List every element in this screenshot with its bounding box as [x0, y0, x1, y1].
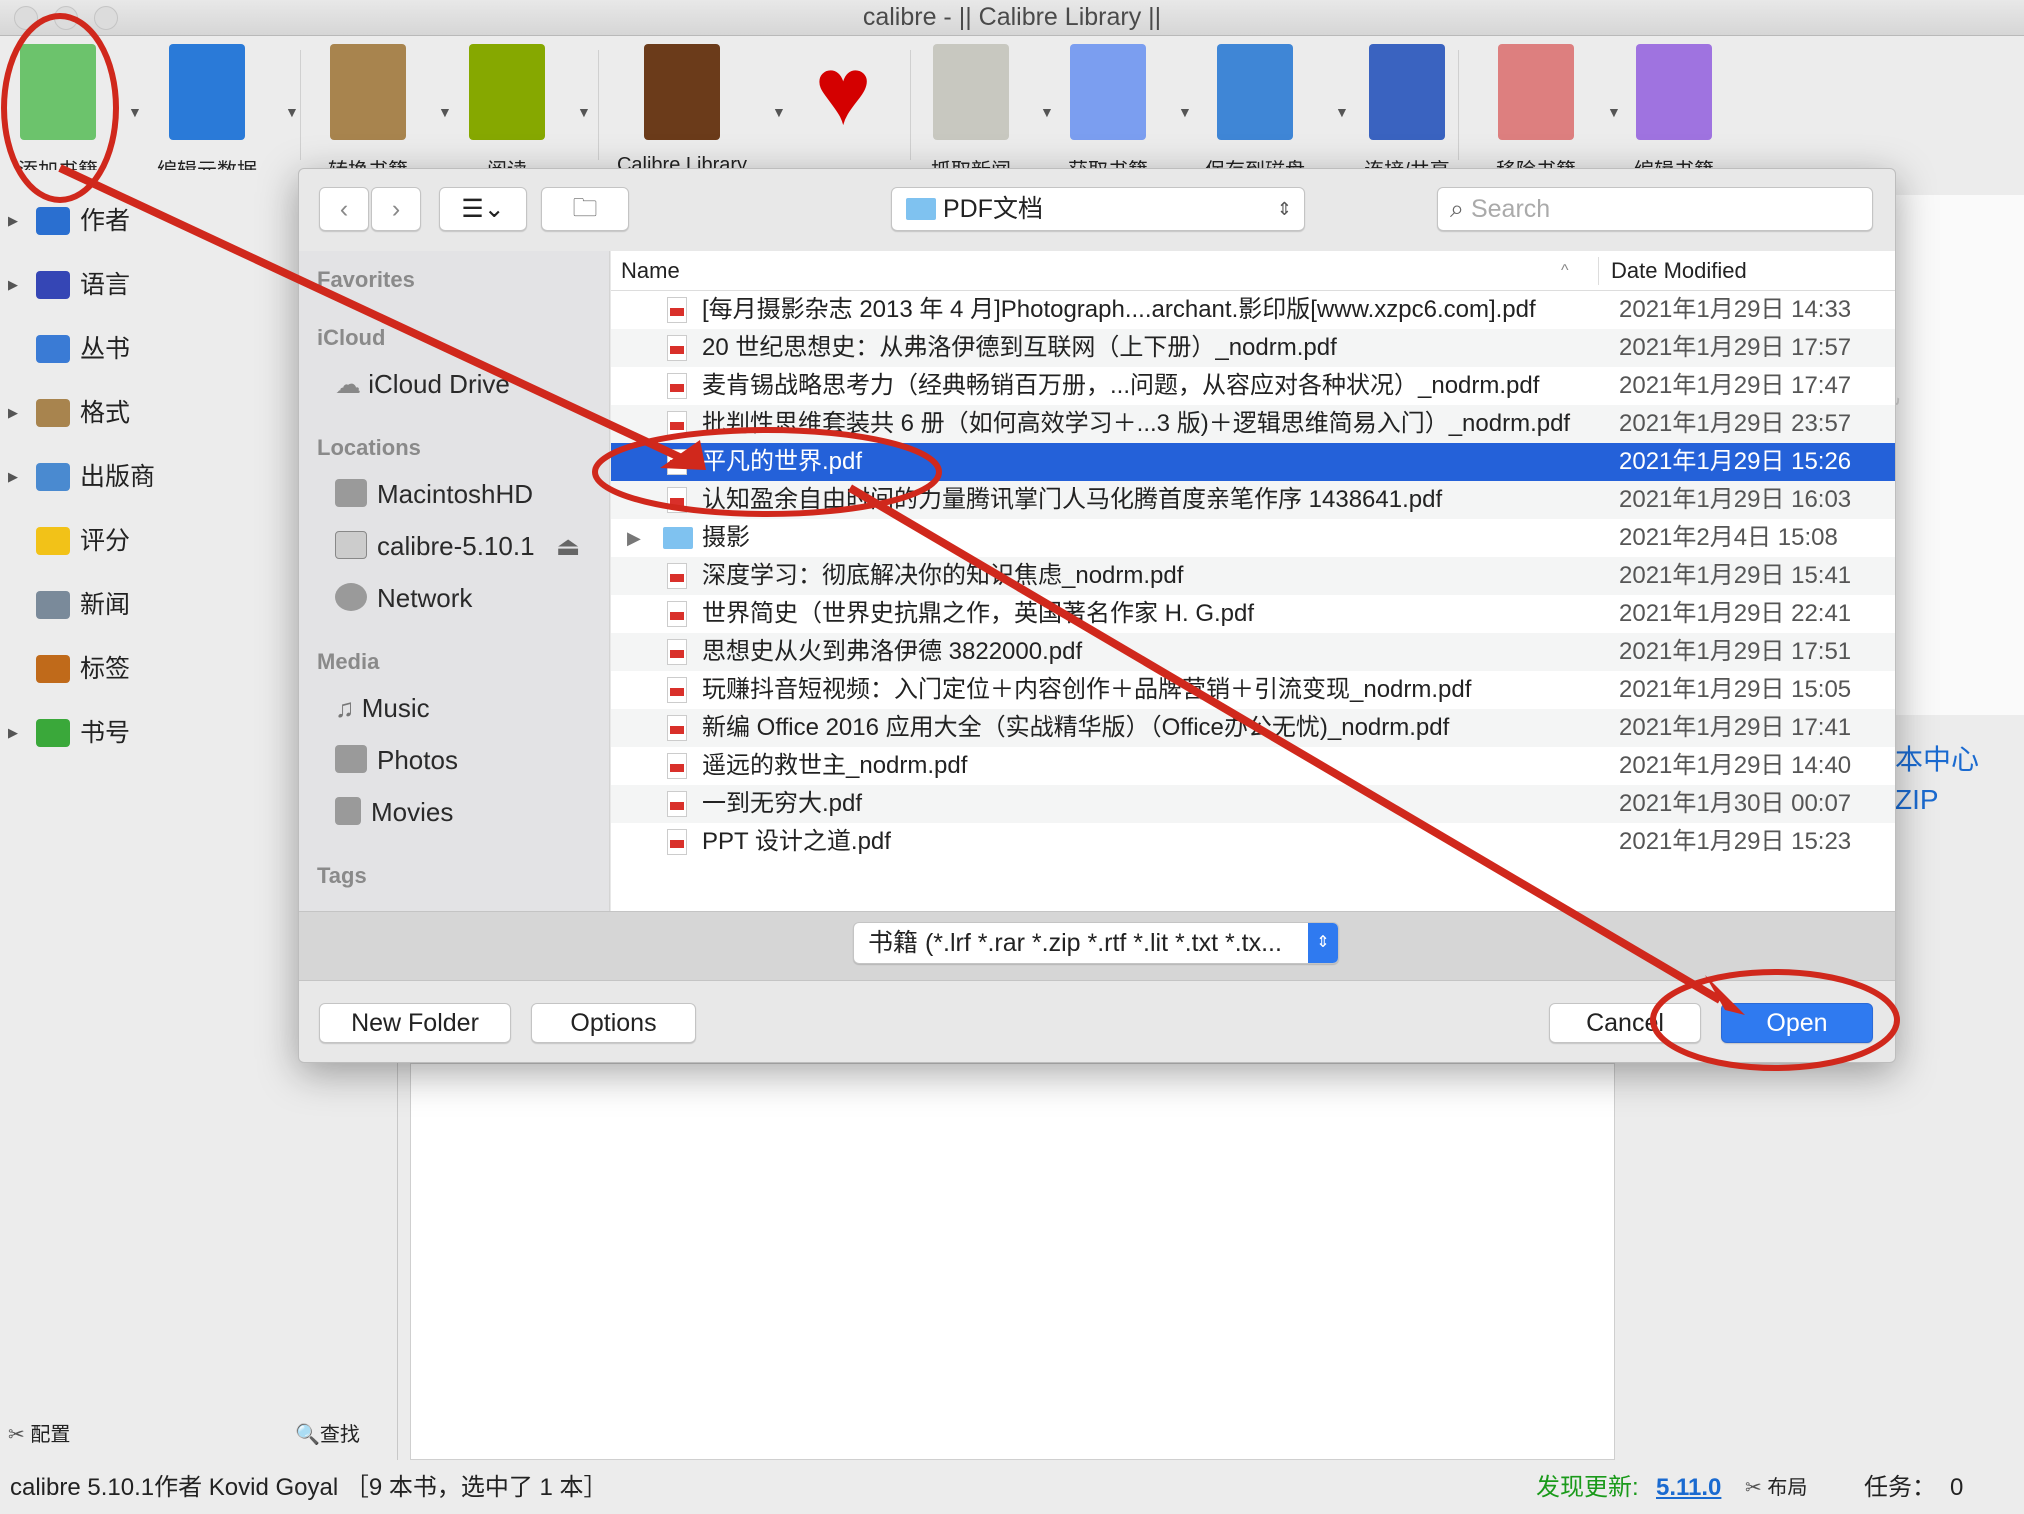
annotation-arrow-1 [58, 164, 692, 466]
annotation-overlay [1, 13, 1900, 1071]
annotation-arrow-2 [847, 484, 1723, 1004]
